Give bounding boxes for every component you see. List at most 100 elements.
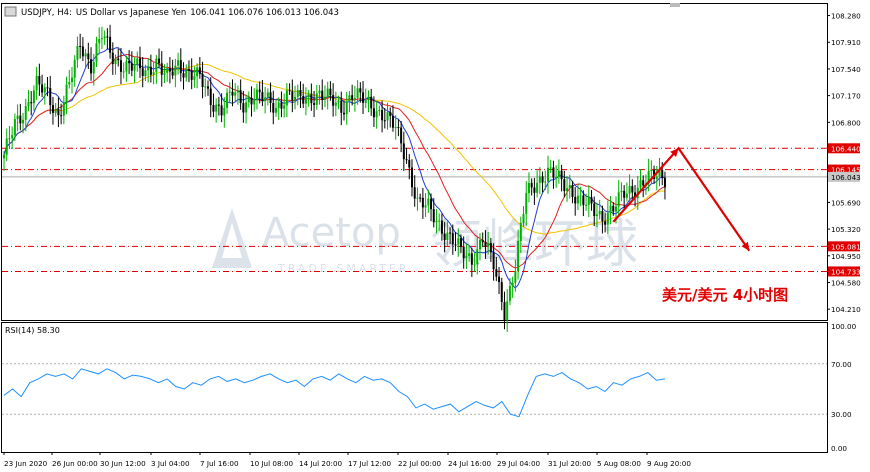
candle-body bbox=[196, 67, 199, 77]
candle-body bbox=[179, 60, 182, 74]
candle-body bbox=[272, 102, 275, 113]
candle-body bbox=[576, 195, 579, 204]
candle-body bbox=[362, 92, 365, 103]
time-tick-label: 10 Jul 08:00 bbox=[250, 459, 294, 468]
candle-body bbox=[432, 209, 435, 223]
candle-body bbox=[125, 60, 128, 72]
time-tick-label: 14 Jul 20:00 bbox=[299, 459, 343, 468]
candle-body bbox=[397, 127, 400, 129]
candle-body bbox=[32, 90, 35, 104]
price-tick-label: 107.910 bbox=[831, 38, 861, 47]
candle-body bbox=[315, 93, 318, 105]
time-axis: 23 Jun 2020 26 Jun 00:00 30 Jun 12:00 3 Jul… bbox=[3, 452, 691, 468]
time-tick-label: 31 Jul 20:00 bbox=[548, 459, 592, 468]
candle-body bbox=[628, 186, 631, 194]
candle-body bbox=[133, 64, 136, 71]
candle-body bbox=[111, 52, 114, 65]
chart-symbol-icon[interactable] bbox=[4, 6, 17, 17]
candle-body bbox=[207, 86, 209, 89]
candle-body bbox=[54, 108, 57, 113]
candle-body bbox=[400, 127, 403, 144]
candle-body bbox=[253, 99, 256, 105]
candle-body bbox=[617, 192, 620, 207]
candle-body bbox=[604, 221, 607, 225]
candle-body bbox=[487, 242, 490, 247]
candle-body bbox=[661, 170, 664, 178]
price-level-label: 104.733 bbox=[831, 267, 861, 276]
candle-body bbox=[530, 182, 533, 188]
candle-body bbox=[174, 65, 177, 76]
candle-body bbox=[49, 87, 52, 106]
candle-body bbox=[663, 177, 666, 188]
price-tick-label: 104.210 bbox=[831, 305, 861, 314]
candle-body bbox=[329, 88, 332, 96]
candle-body bbox=[527, 182, 530, 194]
price-tick-label: 108.280 bbox=[831, 12, 861, 21]
candle-body bbox=[438, 220, 441, 222]
candle-body bbox=[255, 89, 258, 100]
candle-body bbox=[364, 100, 367, 103]
candle-body bbox=[465, 255, 468, 259]
candle-body bbox=[3, 154, 5, 159]
candle-body bbox=[201, 73, 204, 87]
candle-body bbox=[595, 214, 598, 217]
candle-body bbox=[503, 302, 506, 321]
candle-body bbox=[266, 92, 269, 98]
price-tick-label: 107.540 bbox=[831, 65, 861, 74]
candle-body bbox=[323, 97, 326, 100]
candle-body bbox=[457, 238, 460, 245]
candle-body bbox=[389, 112, 392, 116]
candle-body bbox=[631, 186, 634, 193]
candle-body bbox=[171, 71, 174, 76]
candle-body bbox=[568, 185, 571, 189]
chart-annotation: 美元/美元 4小时图 bbox=[662, 286, 788, 304]
candle-body bbox=[155, 58, 158, 73]
candle-body bbox=[473, 264, 476, 266]
candle-body bbox=[144, 70, 147, 77]
candle-body bbox=[288, 90, 291, 92]
candle-body bbox=[449, 232, 452, 234]
candle-body bbox=[443, 233, 446, 241]
time-tick-label: 7 Jul 16:00 bbox=[200, 459, 239, 468]
time-tick-label: 9 Aug 20:00 bbox=[647, 459, 691, 468]
candle-body bbox=[122, 71, 125, 73]
price-level-label: 106.440 bbox=[831, 144, 861, 153]
candle-body bbox=[166, 68, 169, 73]
main-pane-frame bbox=[1, 3, 828, 321]
candle-body bbox=[234, 92, 237, 96]
candle-body bbox=[177, 60, 180, 66]
candle-body bbox=[245, 102, 248, 113]
candle-body bbox=[13, 119, 16, 136]
candle-body bbox=[411, 167, 413, 188]
candle-body bbox=[65, 84, 68, 103]
candle-body bbox=[514, 270, 517, 283]
candle-body bbox=[552, 167, 555, 178]
candle-body bbox=[557, 170, 560, 177]
candle-body bbox=[100, 38, 103, 40]
candle-body bbox=[484, 242, 487, 247]
candle-body bbox=[310, 93, 313, 104]
candle-body bbox=[209, 88, 212, 106]
candle-body bbox=[508, 285, 511, 302]
candle-body bbox=[353, 97, 356, 100]
candle-body bbox=[117, 58, 120, 61]
candle-body bbox=[655, 176, 658, 179]
candle-body bbox=[525, 193, 528, 215]
candle-body bbox=[593, 203, 596, 217]
candle-body bbox=[212, 105, 215, 112]
candle-body bbox=[130, 63, 133, 71]
candle-body bbox=[498, 276, 501, 283]
candle-body bbox=[372, 108, 375, 118]
candle-body bbox=[462, 246, 465, 259]
candle-body bbox=[136, 58, 139, 65]
candle-body bbox=[413, 187, 416, 199]
time-tick-label: 30 Jun 12:00 bbox=[100, 459, 146, 468]
candle-body bbox=[285, 90, 288, 106]
candle-body bbox=[277, 102, 280, 109]
candle-body bbox=[587, 197, 590, 205]
candle-body bbox=[296, 89, 299, 97]
header-symbol: USDJPY, H4: US Dollar vs Japanese Yen 106.… bbox=[21, 8, 339, 18]
candle-body bbox=[217, 104, 220, 106]
candle-body bbox=[261, 92, 264, 102]
candle-body bbox=[492, 252, 495, 270]
